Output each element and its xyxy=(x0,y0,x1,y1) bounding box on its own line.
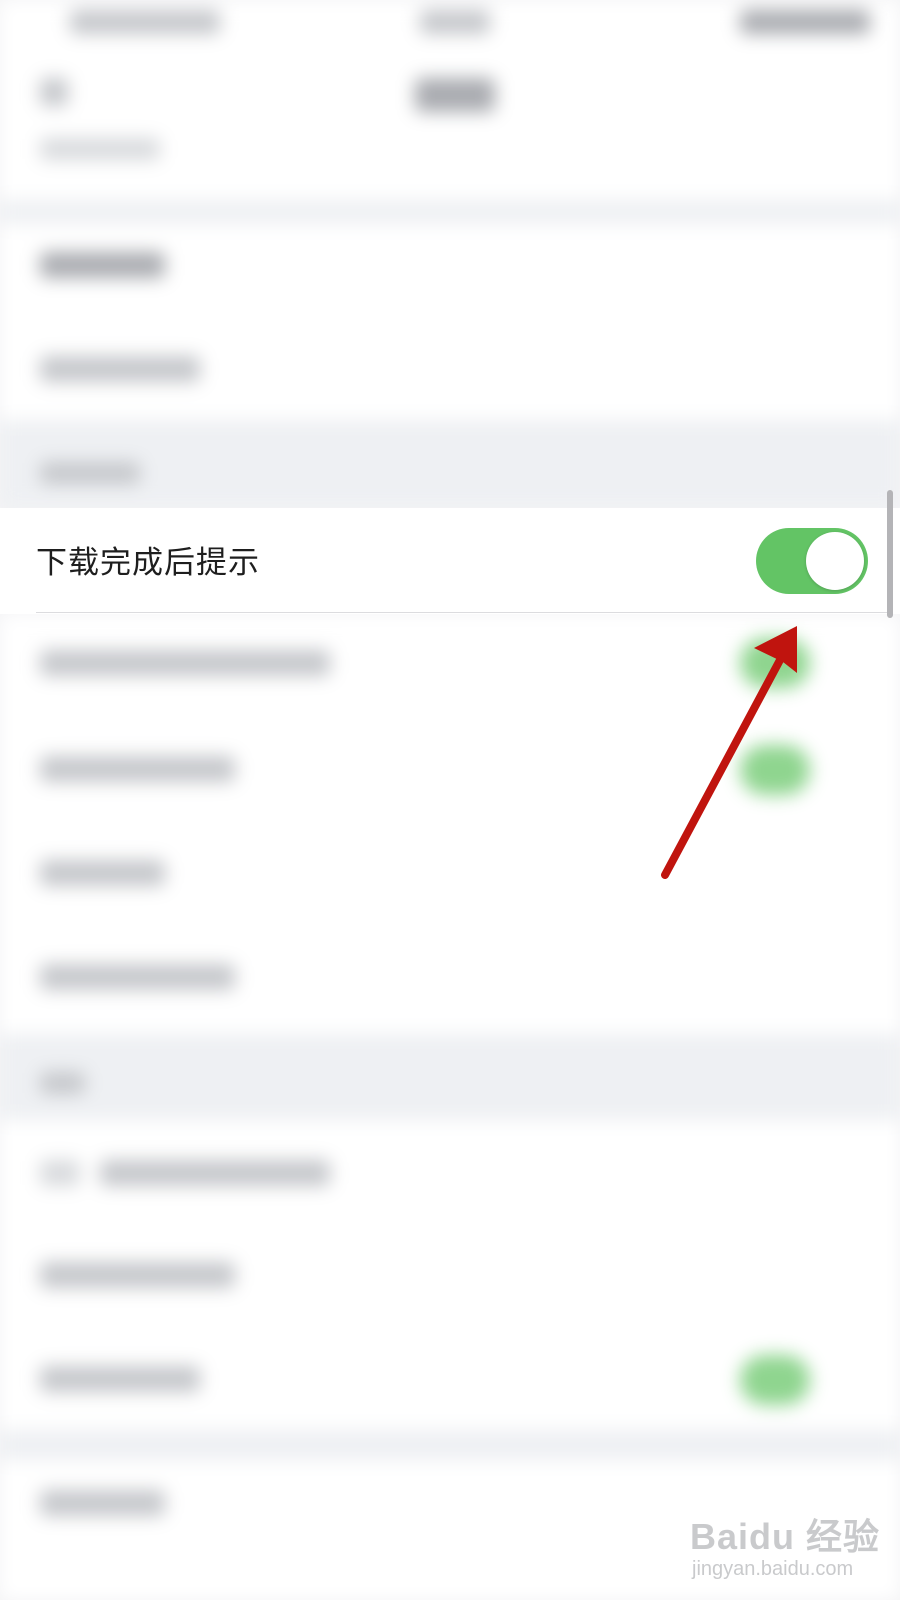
blurred-title xyxy=(415,78,495,112)
blurred-row-icon xyxy=(40,1160,80,1186)
watermark: Baidu 经验 jingyan.baidu.com xyxy=(690,1508,890,1590)
blurred-gap xyxy=(0,1430,900,1460)
row-divider xyxy=(36,612,888,613)
blurred-row xyxy=(40,964,235,990)
blurred-header-text xyxy=(40,462,140,484)
blurred-row xyxy=(40,650,330,676)
toggle-knob xyxy=(806,532,864,590)
blurred-row xyxy=(40,1262,235,1288)
blurred-status-right xyxy=(740,10,870,34)
blurred-status-center xyxy=(420,10,490,34)
blurred-row xyxy=(40,356,200,382)
download-complete-toggle[interactable] xyxy=(756,528,868,594)
blurred-row xyxy=(40,252,165,278)
blurred-toggle xyxy=(740,1355,810,1405)
blurred-back-icon xyxy=(40,78,68,106)
setting-label: 下载完成后提示 xyxy=(36,545,260,581)
blurred-status-left xyxy=(70,10,220,34)
baidu-jingyan-logo: Baidu 经验 xyxy=(690,1516,881,1557)
blurred-toggle xyxy=(740,745,810,795)
watermark-url: jingyan.baidu.com xyxy=(692,1558,854,1580)
scrollbar[interactable] xyxy=(887,490,893,618)
blurred-gap xyxy=(0,200,900,224)
blurred-row xyxy=(40,860,165,886)
blurred-row xyxy=(40,1490,165,1516)
setting-row-download-complete: 下载完成后提示 xyxy=(0,508,900,614)
blurred-row xyxy=(100,1160,330,1186)
blurred-header-text xyxy=(40,1072,85,1094)
blurred-row xyxy=(40,756,235,782)
blurred-subtitle xyxy=(40,138,160,160)
blurred-row xyxy=(40,1366,200,1392)
blurred-toggle xyxy=(740,638,810,688)
blurred-background xyxy=(0,0,900,1600)
blurred-section-header xyxy=(0,1034,900,1120)
